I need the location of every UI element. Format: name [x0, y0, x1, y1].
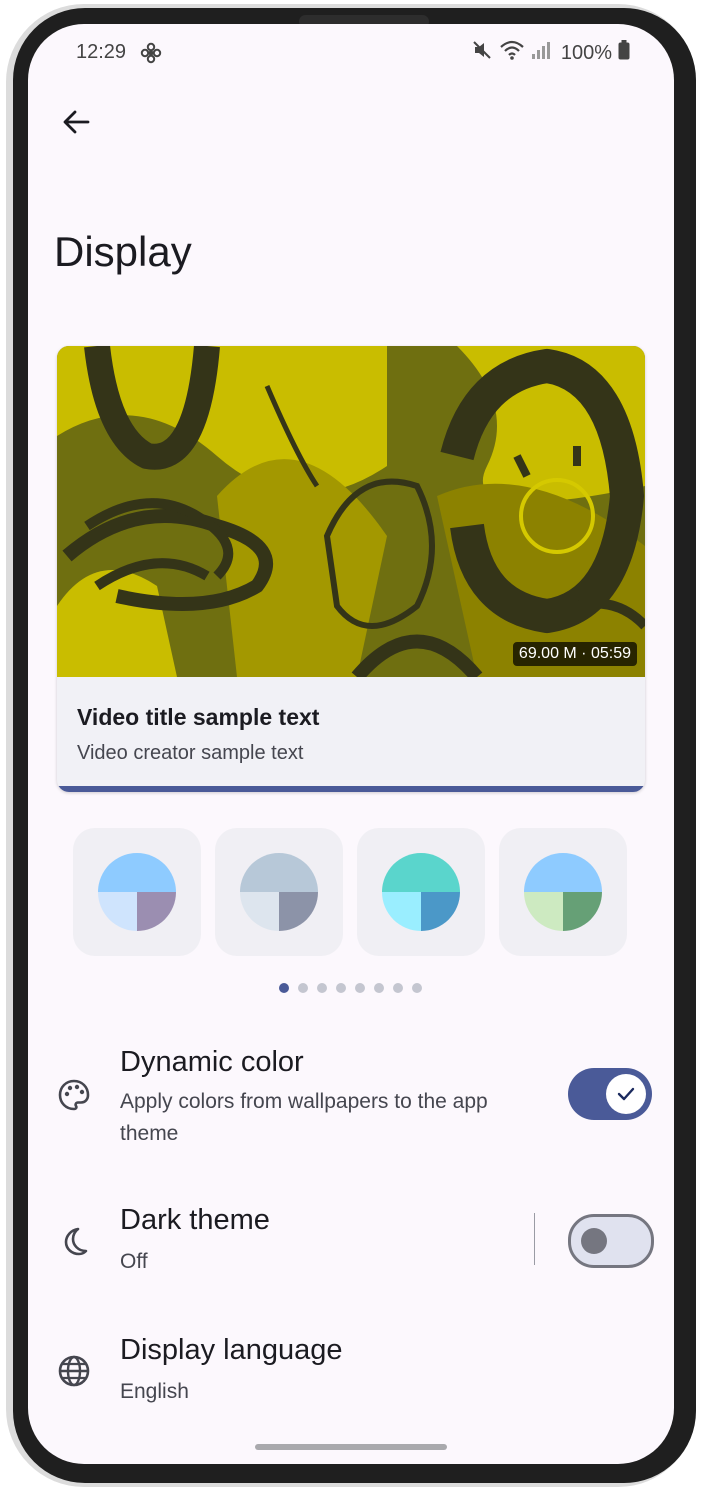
- battery-percent: 100%: [560, 41, 612, 64]
- video-creator: Video creator sample text: [77, 742, 304, 764]
- page-title: Display: [54, 228, 192, 275]
- setting-title: Display language: [120, 1334, 343, 1366]
- status-bar: 12:29 100%: [28, 24, 674, 84]
- pager-dot[interactable]: [355, 983, 365, 993]
- color-swatch[interactable]: [73, 828, 201, 956]
- status-icons: 100%: [471, 39, 630, 67]
- duration-badge: 69.00 M · 05:59: [512, 642, 637, 666]
- fan-icon: [140, 42, 162, 70]
- dynamic-color-switch[interactable]: [568, 1068, 652, 1120]
- setting-display-language[interactable]: Display language English: [28, 1334, 674, 1414]
- color-swatch[interactable]: [357, 828, 485, 956]
- video-thumbnail: [57, 346, 645, 677]
- signal-icon: [531, 39, 551, 67]
- check-icon: [617, 1087, 635, 1101]
- pager-dots: [279, 983, 422, 993]
- moon-icon: [56, 1223, 92, 1259]
- switch-knob: [606, 1074, 646, 1114]
- color-swatch-row: [73, 828, 627, 956]
- globe-icon: [56, 1353, 92, 1389]
- setting-subtitle: English: [120, 1380, 189, 1403]
- pager-dot[interactable]: [298, 983, 308, 993]
- divider: [534, 1213, 535, 1265]
- wifi-icon: [499, 39, 525, 67]
- swatch-palette-icon: [382, 853, 460, 931]
- swatch-palette-icon: [524, 853, 602, 931]
- color-swatch[interactable]: [499, 828, 627, 956]
- screen: 12:29 100% Display 69.00 M · 05:59 Video…: [28, 24, 674, 1464]
- pager-dot[interactable]: [374, 983, 384, 993]
- back-arrow-icon[interactable]: [56, 102, 96, 142]
- dark-theme-switch[interactable]: [568, 1214, 654, 1268]
- palette-icon: [56, 1077, 92, 1113]
- setting-subtitle: Apply colors from wallpapers to the app …: [120, 1090, 488, 1145]
- mute-icon: [471, 39, 493, 67]
- home-indicator[interactable]: [255, 1444, 447, 1450]
- pager-dot[interactable]: [336, 983, 346, 993]
- accent-bar: [57, 786, 645, 792]
- video-title: Video title sample text: [77, 704, 320, 730]
- switch-knob: [581, 1228, 607, 1254]
- video-preview-card: 69.00 M · 05:59 Video title sample text …: [57, 346, 645, 792]
- setting-subtitle: Off: [120, 1250, 148, 1273]
- setting-title: Dark theme: [120, 1204, 270, 1236]
- pager-dot[interactable]: [412, 983, 422, 993]
- swatch-palette-icon: [98, 853, 176, 931]
- setting-title: Dynamic color: [120, 1046, 304, 1078]
- pager-dot-active[interactable]: [279, 983, 289, 993]
- swatch-palette-icon: [240, 853, 318, 931]
- pager-dot[interactable]: [393, 983, 403, 993]
- battery-icon: [618, 39, 630, 67]
- color-swatch[interactable]: [215, 828, 343, 956]
- pager-dot[interactable]: [317, 983, 327, 993]
- status-time: 12:29: [76, 41, 127, 63]
